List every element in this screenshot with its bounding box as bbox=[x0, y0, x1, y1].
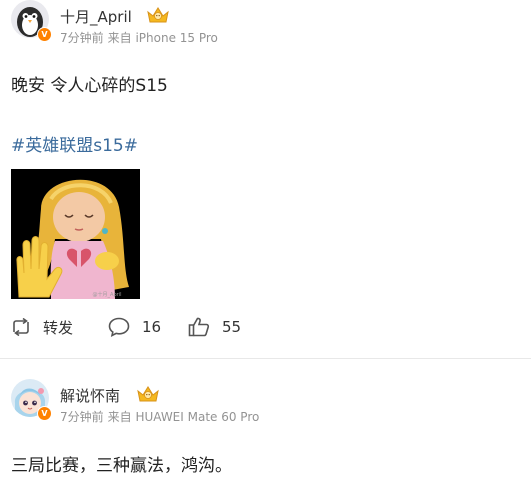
post-source: 来自 iPhone 15 Pro bbox=[107, 31, 218, 45]
post-meta: 7分钟前 来自 HUAWEI Mate 60 Pro bbox=[60, 408, 263, 425]
cartoon-girl-image: @十月_April bbox=[11, 169, 140, 299]
hashtag-link[interactable]: #英雄联盟s15# bbox=[11, 131, 138, 156]
post-meta: 7分钟前 来自 iPhone 15 Pro bbox=[60, 29, 222, 46]
repost-label: 转发 bbox=[43, 318, 74, 337]
post-image[interactable]: @十月_April bbox=[11, 169, 140, 299]
post-time[interactable]: 7分钟前 bbox=[60, 31, 104, 45]
image-watermark: @十月_April bbox=[93, 291, 122, 298]
feed-post: V 解说怀南 7分钟前 来自 HUAWEI Mate 60 Pro 三局比赛，三种… bbox=[0, 359, 531, 495]
username[interactable]: 十月_April bbox=[60, 6, 132, 27]
post-time[interactable]: 7分钟前 bbox=[60, 410, 104, 424]
username[interactable]: 解说怀南 bbox=[60, 385, 120, 406]
like-count: 55 bbox=[222, 318, 242, 336]
vip-crown-icon bbox=[147, 7, 169, 23]
thumbs-up-icon bbox=[188, 317, 210, 337]
comment-count: 16 bbox=[142, 318, 162, 336]
repost-icon bbox=[13, 318, 29, 336]
verified-badge-icon: V bbox=[37, 27, 52, 42]
post-text: 三局比赛，三种赢法，鸿沟。 bbox=[11, 456, 232, 476]
verified-badge-icon: V bbox=[37, 406, 52, 421]
like-button[interactable]: 55 bbox=[188, 316, 241, 338]
repost-button[interactable]: 转发 bbox=[11, 316, 73, 338]
feed-post: V 十月_April 7分钟前 来自 iPhone 15 Pro 晚安 令人心碎的… bbox=[0, 0, 531, 358]
post-text: 晚安 令人心碎的S15 bbox=[11, 76, 168, 96]
comment-button[interactable]: 16 bbox=[108, 316, 161, 338]
vip-crown-icon bbox=[137, 386, 159, 402]
post-source: 来自 HUAWEI Mate 60 Pro bbox=[107, 410, 260, 424]
comment-icon bbox=[108, 317, 130, 337]
